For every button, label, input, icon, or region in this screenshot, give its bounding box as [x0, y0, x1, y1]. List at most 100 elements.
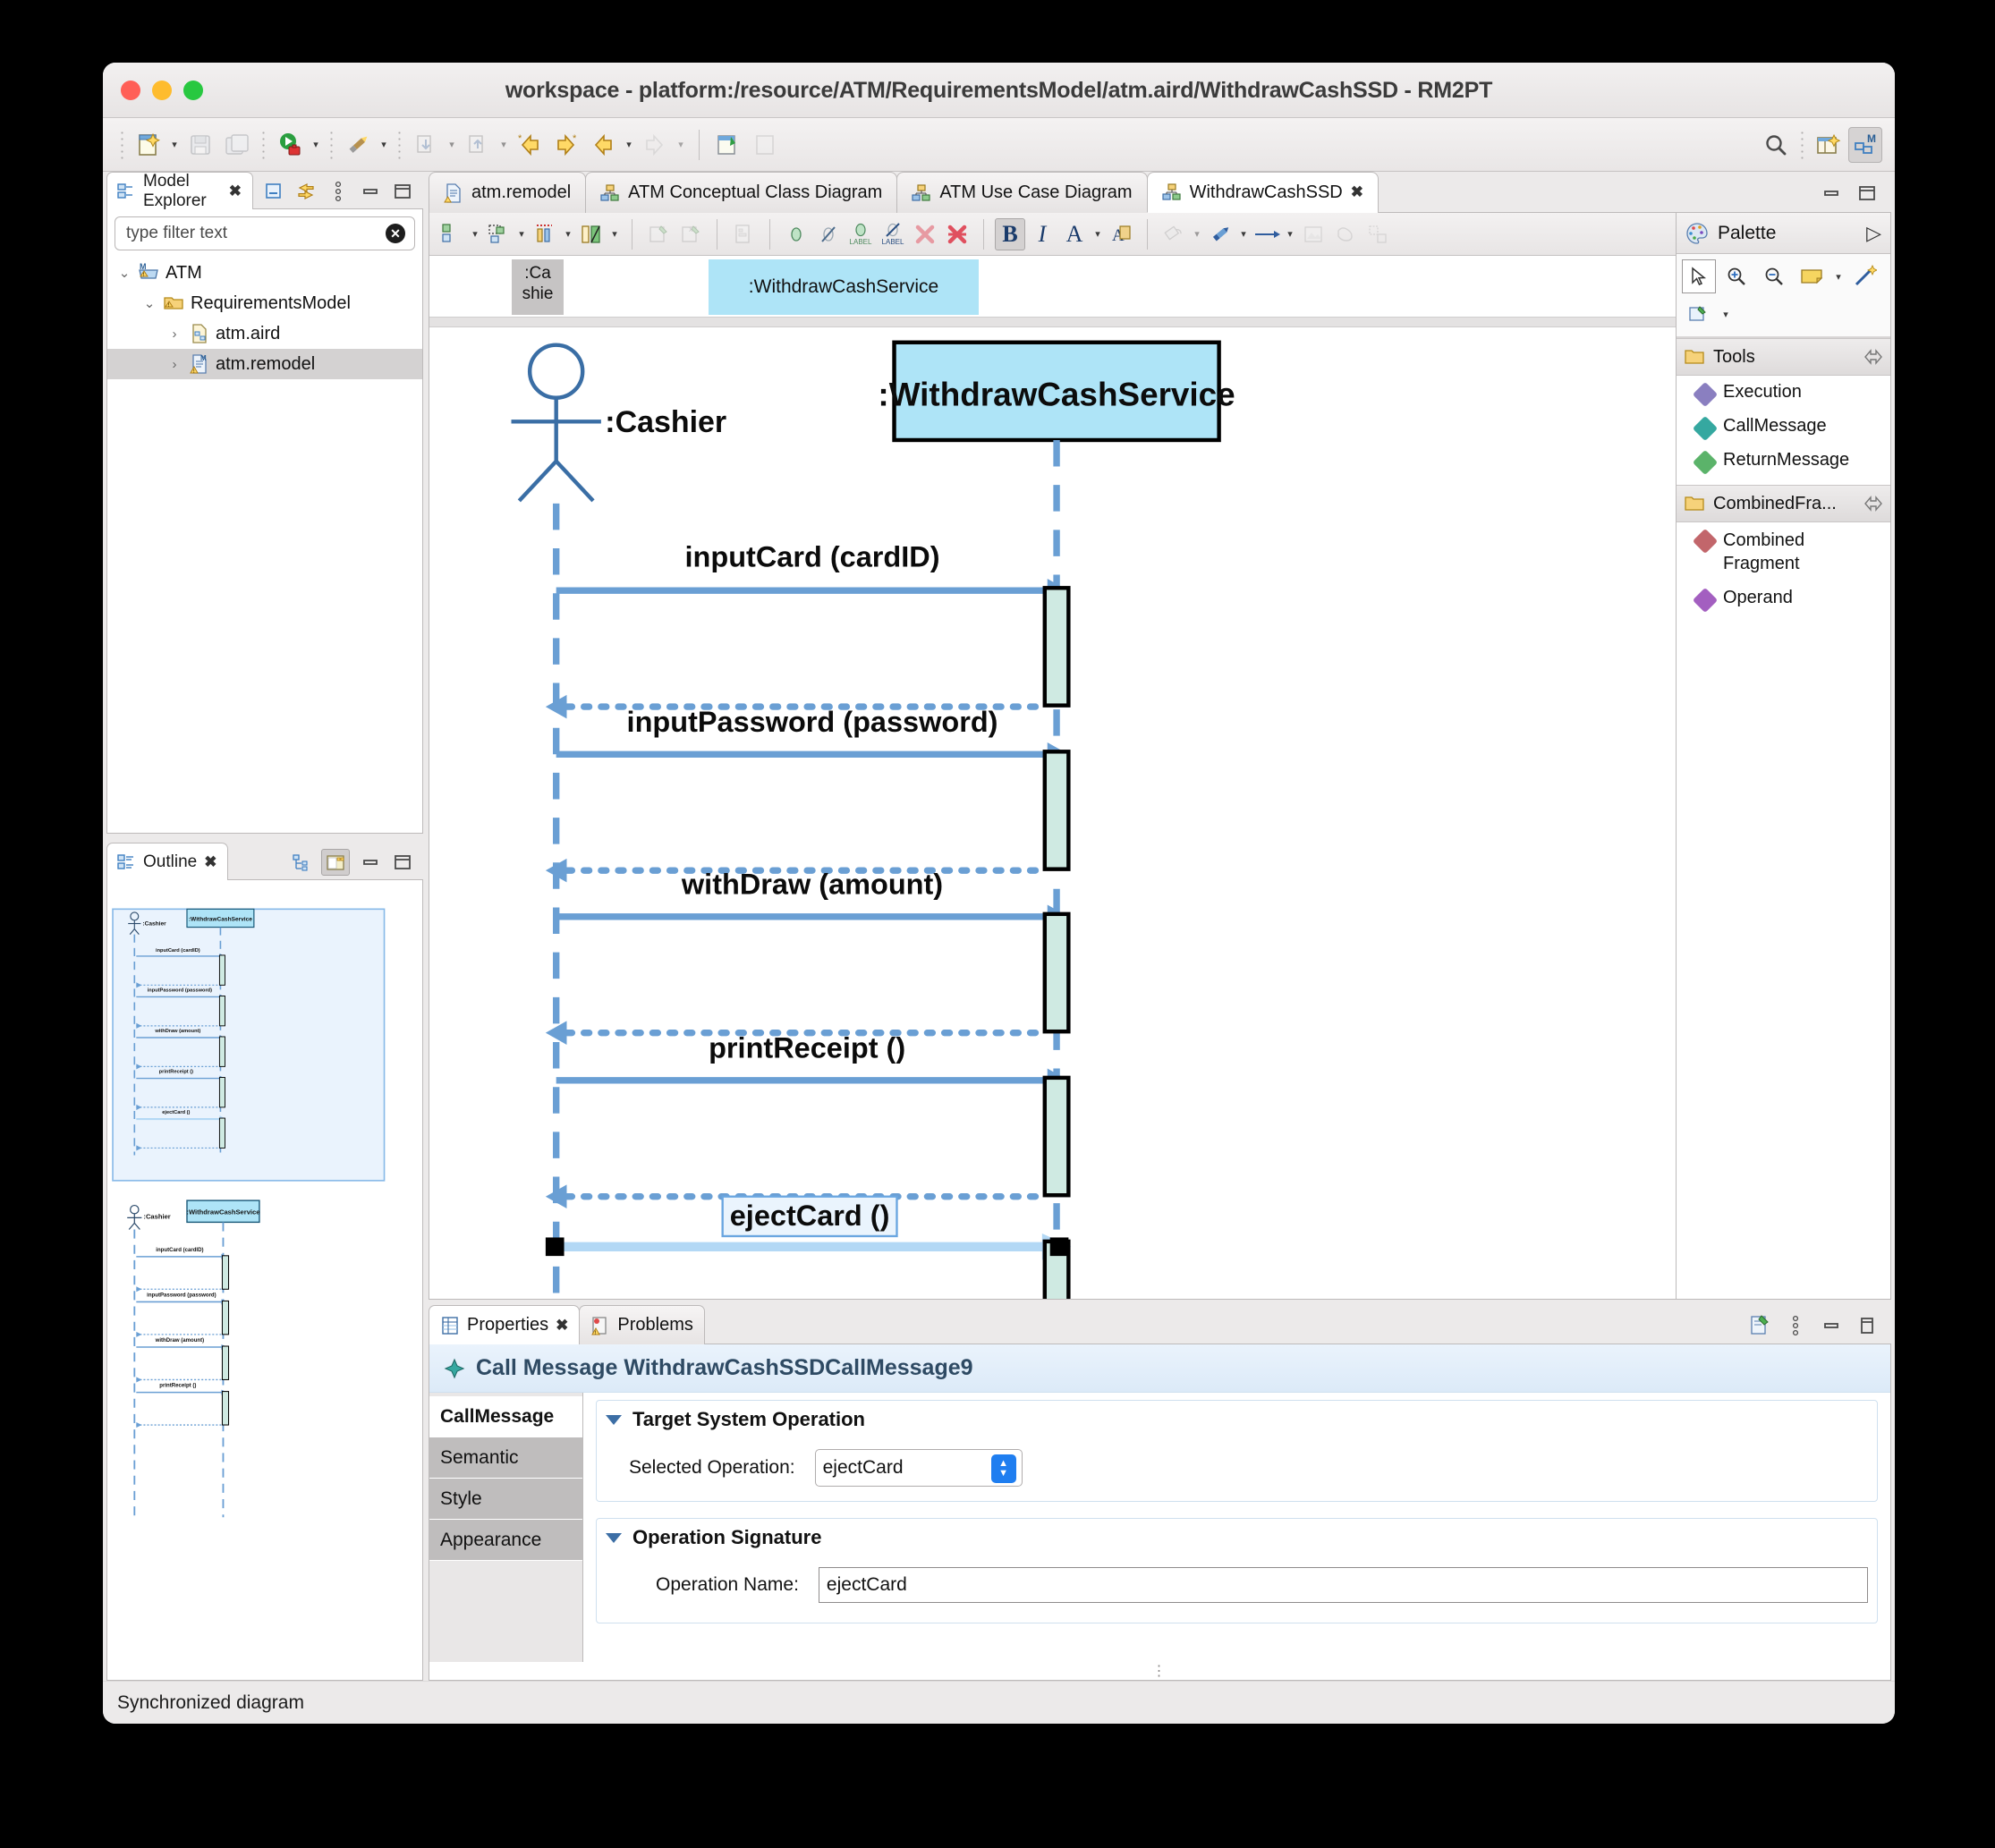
pin-group-icon[interactable]	[1863, 349, 1883, 365]
fill-color-icon[interactable]	[1159, 218, 1189, 250]
next-annotation-icon[interactable]: *	[549, 127, 583, 163]
italic-icon[interactable]: I	[1027, 218, 1057, 250]
pin-icon[interactable]	[643, 218, 674, 250]
export-icon[interactable]	[461, 127, 495, 163]
maximize-icon[interactable]	[391, 851, 414, 874]
show-hide-icon[interactable]	[781, 218, 811, 250]
outline-thumbnail[interactable]: :Cashier :WithdrawCashService inputCard …	[111, 884, 419, 1572]
new-wizard-icon[interactable]	[132, 127, 166, 163]
chevron-down-icon[interactable]: ⌄	[138, 295, 161, 311]
line-style-icon[interactable]	[1252, 218, 1282, 250]
new-representation-icon[interactable]	[711, 127, 745, 163]
hide-label-icon[interactable]: LABEL	[878, 218, 908, 250]
import-caret[interactable]: ▾	[446, 139, 458, 150]
chevron-right-icon[interactable]: ›	[163, 326, 186, 342]
tree-item-atm-remodel[interactable]: › M ! atm.remodel	[107, 349, 422, 379]
run-icon[interactable]	[273, 127, 307, 163]
font-color-caret[interactable]: ▾	[1091, 228, 1104, 240]
sequence-diagram[interactable]: :Cashier :WithdrawCashService inputCard …	[429, 329, 1676, 1299]
back-caret[interactable]: ▾	[623, 139, 635, 150]
align-icon[interactable]	[437, 218, 467, 250]
selected-operation-combo[interactable]: ejectCard ▲ ▼	[814, 1449, 1023, 1487]
tab-properties[interactable]: Properties ✖	[429, 1305, 581, 1344]
tree-item-atm-aird[interactable]: › atm.aird	[107, 318, 422, 349]
palette-group-combinedfragments[interactable]: CombinedFra...	[1677, 485, 1890, 522]
zoom-out-tool-icon[interactable]	[1757, 259, 1791, 293]
tab-atm-conceptual-class-diagram[interactable]: ATM Conceptual Class Diagram	[585, 172, 898, 213]
tab-problems[interactable]: ! Problems	[579, 1305, 705, 1344]
palette-item-execution[interactable]: Execution	[1677, 376, 1890, 410]
note-attachment-tool-icon[interactable]	[1682, 297, 1716, 331]
toolbar-grip[interactable]	[121, 129, 123, 160]
close-icon[interactable]: ✖	[1351, 183, 1363, 201]
clear-filter-icon[interactable]: ✕	[386, 224, 405, 243]
search-input[interactable]	[124, 223, 386, 244]
shape-icon[interactable]	[1330, 218, 1361, 250]
chevron-updown-icon[interactable]: ▲ ▼	[990, 1454, 1016, 1483]
back-icon[interactable]	[586, 127, 620, 163]
maximize-icon[interactable]	[391, 180, 414, 203]
arrange-caret[interactable]: ▾	[608, 228, 621, 240]
note-attachment-caret[interactable]: ▾	[1719, 309, 1732, 320]
tab-model-explorer[interactable]: Model Explorer ✖	[106, 172, 253, 210]
line-color-caret[interactable]: ▾	[1237, 228, 1250, 240]
link-with-editor-icon[interactable]	[294, 180, 318, 203]
section-header[interactable]: Target System Operation	[606, 1408, 1868, 1431]
zoom-in-tool-icon[interactable]	[1719, 259, 1753, 293]
collapse-all-icon[interactable]	[262, 180, 285, 203]
tab-outline[interactable]: Outline ✖	[106, 843, 229, 880]
previous-annotation-icon[interactable]: *	[513, 127, 547, 163]
side-tab-callmessage[interactable]: CallMessage	[429, 1396, 582, 1437]
side-tab-style[interactable]: Style	[429, 1479, 582, 1520]
bold-icon[interactable]: B	[995, 217, 1025, 250]
fill-color-caret[interactable]: ▾	[1191, 228, 1203, 240]
pin-editor-icon[interactable]	[1748, 1314, 1771, 1337]
maximize-icon[interactable]	[1855, 1314, 1879, 1337]
outline-overview-icon[interactable]	[321, 848, 350, 876]
hide-element-icon[interactable]	[813, 218, 844, 250]
operation-name-input[interactable]: ejectCard	[818, 1567, 1868, 1603]
save-icon[interactable]	[183, 127, 217, 163]
diagram-canvas[interactable]: :Ca shie :WithdrawCashService:Cashier:…	[429, 256, 1676, 1299]
delete-from-diagram-icon[interactable]	[910, 218, 940, 250]
side-tab-appearance[interactable]: Appearance	[429, 1520, 582, 1561]
arrange-icon[interactable]	[576, 218, 607, 250]
new-wizard-caret[interactable]: ▾	[168, 139, 181, 150]
section-header[interactable]: Operation Signature	[606, 1526, 1868, 1549]
open-representation-icon[interactable]	[748, 127, 782, 163]
close-icon[interactable]: ✖	[556, 1317, 568, 1335]
pencil-caret[interactable]: ▾	[378, 139, 390, 150]
run-caret[interactable]: ▾	[310, 139, 322, 150]
pencil-icon[interactable]	[341, 127, 375, 163]
maximize-icon[interactable]	[1855, 182, 1879, 205]
auto-size-caret[interactable]: ▾	[562, 228, 574, 240]
unpin-icon[interactable]: x	[675, 218, 706, 250]
forward-icon[interactable]	[638, 127, 672, 163]
view-menu-icon[interactable]	[1784, 1314, 1807, 1337]
side-tab-semantic[interactable]: Semantic	[429, 1437, 582, 1479]
palette-item-operand[interactable]: Operand	[1677, 581, 1890, 615]
line-style-caret[interactable]: ▾	[1284, 228, 1296, 240]
tab-atm-use-case-diagram[interactable]: ATM Use Case Diagram	[896, 172, 1148, 213]
line-color-icon[interactable]	[1205, 218, 1235, 250]
paste-format-icon[interactable]	[728, 218, 759, 250]
pin-group-icon[interactable]	[1863, 496, 1883, 512]
palette-collapse-icon[interactable]: ▷	[1866, 222, 1881, 245]
minimize-icon[interactable]	[1820, 1314, 1843, 1337]
view-menu-icon[interactable]	[327, 180, 350, 203]
distribute-icon[interactable]	[483, 218, 514, 250]
outline-body[interactable]: :Cashier :WithdrawCashService inputCard …	[106, 880, 423, 1681]
forward-caret[interactable]: ▾	[675, 139, 687, 150]
palette-item-combined-fragment[interactable]: Combined Fragment	[1677, 522, 1890, 581]
font-dialog-icon[interactable]: A	[1106, 218, 1136, 250]
minimize-icon[interactable]	[359, 851, 382, 874]
perspective-icon[interactable]	[1812, 127, 1846, 163]
save-all-icon[interactable]	[220, 127, 254, 163]
align-caret[interactable]: ▾	[469, 228, 481, 240]
generic-link-tool-icon[interactable]	[1848, 259, 1882, 293]
import-icon[interactable]	[409, 127, 443, 163]
tab-withdrawcashssd[interactable]: WithdrawCashSSD ✖	[1146, 172, 1379, 213]
palette-group-tools[interactable]: Tools	[1677, 338, 1890, 376]
chevron-down-icon[interactable]: ⌄	[113, 265, 136, 281]
outline-tree-view-icon[interactable]	[289, 851, 312, 874]
